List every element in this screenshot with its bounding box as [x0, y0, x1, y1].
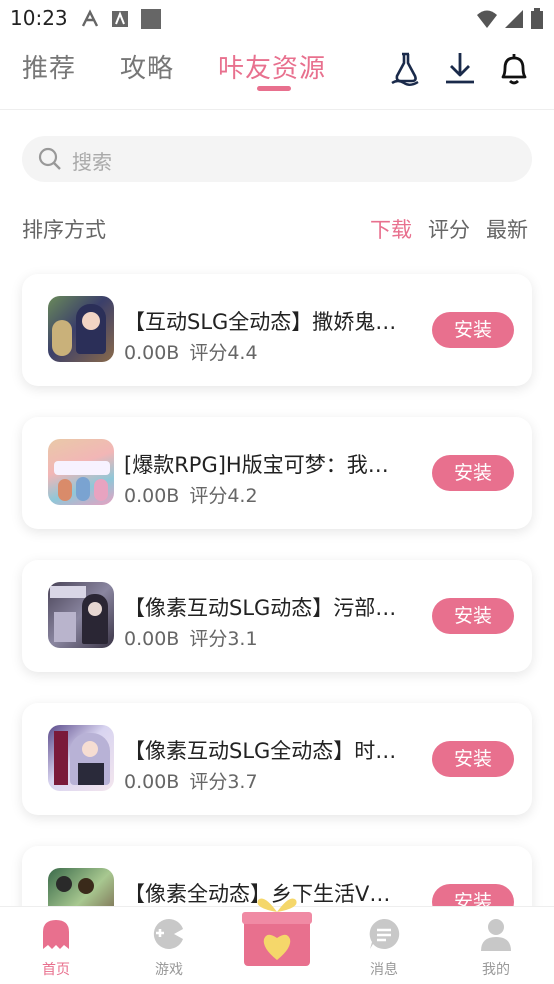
ghost-icon [43, 920, 69, 949]
bell-icon[interactable] [496, 50, 532, 86]
nav-home[interactable]: 首页 [16, 917, 96, 979]
nav-profile[interactable]: 我的 [456, 917, 536, 979]
game-rating: 评分4.2 [189, 485, 258, 507]
game-thumbnail [48, 582, 114, 648]
tab-friend-resources[interactable]: 咔友资源 [218, 48, 326, 85]
nav-messages-label: 消息 [370, 962, 398, 978]
game-thumbnail [48, 439, 114, 505]
install-button[interactable]: 安装 [432, 598, 514, 634]
game-card[interactable]: 【互动SLG全动态】撒娇鬼… 0.00B 评分4.4 安装 [22, 274, 532, 386]
game-card[interactable]: 【像素互动SLG动态】污部… 0.00B 评分3.1 安装 [22, 560, 532, 672]
app-badge-icon [112, 11, 128, 27]
nav-games-label: 游戏 [155, 962, 183, 978]
game-size: 0.00B [124, 485, 180, 507]
game-size: 0.00B [124, 628, 180, 650]
nav-profile-label: 我的 [482, 962, 510, 978]
game-thumbnail [48, 296, 114, 362]
sort-by-newest[interactable]: 最新 [486, 214, 528, 244]
status-bar: 10:23 [0, 0, 554, 38]
game-rating: 评分4.4 [189, 342, 258, 364]
nav-messages[interactable]: 消息 [344, 917, 424, 979]
game-size: 0.00B [124, 342, 180, 364]
game-title: 【像素互动SLG动态】污部… [124, 596, 397, 620]
game-card[interactable]: [爆款RPG]H版宝可梦：我… 0.00B 评分4.2 安装 [22, 417, 532, 529]
gift-icon[interactable] [242, 892, 312, 968]
gamepad-icon [153, 918, 183, 949]
game-card[interactable]: 【像素互动SLG全动态】时… 0.00B 评分3.7 安装 [22, 703, 532, 815]
app-notification-icon [81, 9, 99, 27]
game-rating: 评分3.7 [189, 771, 258, 793]
install-button[interactable]: 安装 [432, 312, 514, 348]
app-square-icon [141, 9, 161, 29]
sort-by-downloads[interactable]: 下载 [370, 214, 412, 244]
game-title: 【互动SLG全动态】撒娇鬼… [124, 310, 397, 334]
install-button[interactable]: 安装 [432, 455, 514, 491]
signal-icon [505, 10, 523, 28]
search-icon [38, 147, 61, 170]
search-input[interactable]: 搜索 [22, 136, 532, 182]
download-icon[interactable] [442, 50, 478, 86]
game-title: 【像素互动SLG全动态】时… [124, 739, 397, 763]
game-size: 0.00B [124, 771, 180, 793]
bottle-icon[interactable] [388, 50, 424, 86]
game-rating: 评分3.1 [189, 628, 258, 650]
nav-home-label: 首页 [42, 962, 70, 978]
top-nav: 推荐 攻略 咔友资源 [0, 38, 554, 110]
nav-games[interactable]: 游戏 [129, 917, 209, 979]
install-button[interactable]: 安装 [432, 741, 514, 777]
sort-label: 排序方式 [22, 218, 106, 242]
status-time: 10:23 [10, 6, 68, 30]
game-title: [爆款RPG]H版宝可梦：我… [124, 453, 389, 477]
game-thumbnail [48, 725, 114, 791]
tab-guides[interactable]: 攻略 [120, 48, 174, 85]
message-icon [369, 918, 400, 949]
tab-recommend[interactable]: 推荐 [22, 48, 76, 85]
search-placeholder: 搜索 [72, 150, 112, 174]
wifi-icon [477, 10, 497, 28]
active-tab-indicator [257, 86, 291, 91]
person-icon [481, 919, 511, 951]
battery-icon [531, 8, 543, 29]
sort-by-rating[interactable]: 评分 [428, 214, 470, 244]
